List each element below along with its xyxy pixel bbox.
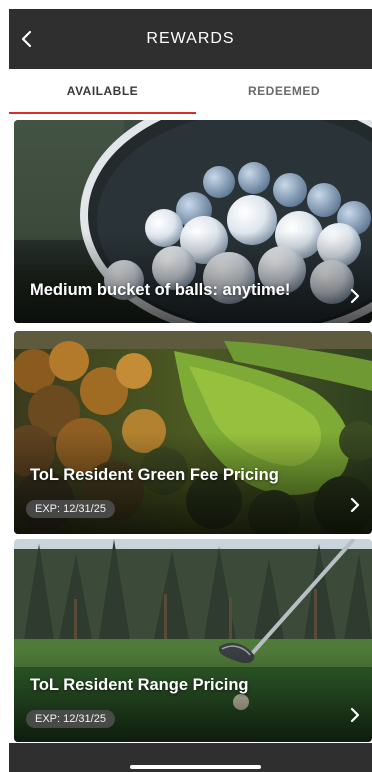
active-tab-indicator bbox=[9, 112, 196, 114]
expiry-badge: EXP: 12/31/25 bbox=[26, 500, 115, 518]
reward-card-green-fee[interactable]: ToL Resident Green Fee Pricing EXP: 12/3… bbox=[14, 331, 372, 534]
app-header: REWARDS bbox=[9, 9, 372, 69]
reward-title: ToL Resident Green Fee Pricing bbox=[30, 466, 279, 484]
chevron-right-icon bbox=[350, 497, 360, 513]
page-title: REWARDS bbox=[146, 30, 235, 47]
chevron-right-icon bbox=[350, 707, 360, 723]
tab-redeemed[interactable]: REDEEMED bbox=[196, 69, 372, 114]
tab-available[interactable]: AVAILABLE bbox=[9, 69, 196, 114]
reward-card-range-pricing[interactable]: ToL Resident Range Pricing EXP: 12/31/25 bbox=[14, 539, 372, 742]
bottom-bar bbox=[9, 743, 372, 772]
reward-title: Medium bucket of balls: anytime! bbox=[30, 281, 291, 299]
reward-title: ToL Resident Range Pricing bbox=[30, 676, 249, 694]
home-indicator[interactable] bbox=[130, 765, 261, 769]
chevron-right-icon bbox=[350, 288, 360, 304]
expiry-badge: EXP: 12/31/25 bbox=[26, 710, 115, 728]
tab-bar: AVAILABLE REDEEMED bbox=[9, 69, 372, 114]
reward-card-bucket-of-balls[interactable]: Medium bucket of balls: anytime! bbox=[14, 120, 372, 323]
